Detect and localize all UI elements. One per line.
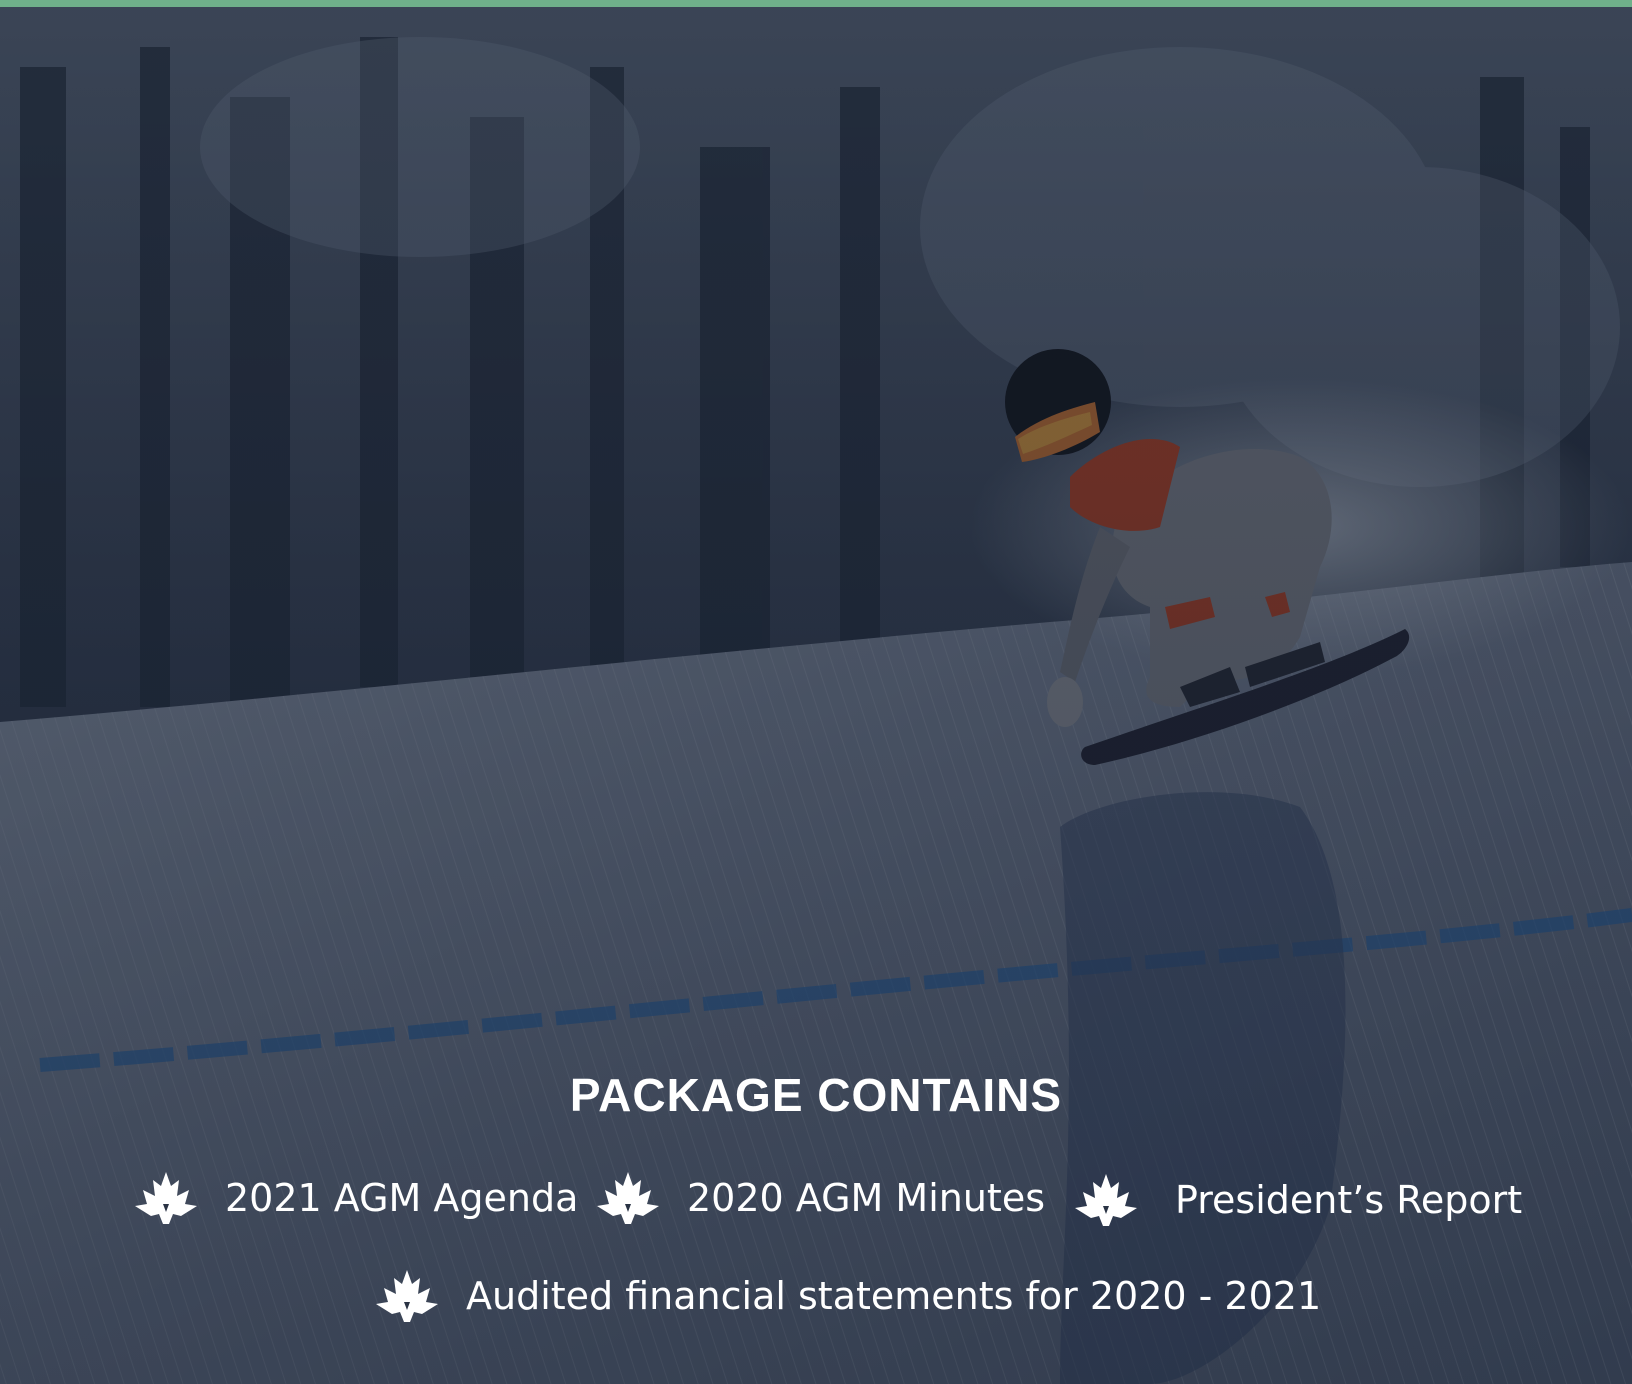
package-item-agenda: 2021 AGM Agenda <box>133 1170 578 1226</box>
package-item-label: President’s Report <box>1175 1178 1523 1222</box>
maple-leaf-icon <box>1073 1172 1139 1228</box>
accent-top-bar <box>0 0 1632 7</box>
package-item-label: Audited financial statements for 2020 - … <box>466 1274 1322 1318</box>
maple-leaf-icon <box>374 1268 440 1324</box>
package-item-presidents-report: President’s Report <box>1073 1172 1522 1228</box>
page: PACKAGE CONTAINS 2021 AGM Agenda 2020 AG… <box>0 0 1632 1384</box>
maple-leaf-icon <box>133 1170 199 1226</box>
package-item-label: 2021 AGM Agenda <box>225 1176 579 1220</box>
package-item-financial-statements: Audited financial statements for 2020 - … <box>374 1268 1321 1324</box>
package-item-minutes: 2020 AGM Minutes <box>595 1170 1045 1226</box>
section-title: PACKAGE CONTAINS <box>569 1069 1063 1121</box>
maple-leaf-icon <box>595 1170 661 1226</box>
package-section: PACKAGE CONTAINS 2021 AGM Agenda 2020 AG… <box>0 0 1632 1384</box>
package-item-label: 2020 AGM Minutes <box>687 1176 1046 1220</box>
